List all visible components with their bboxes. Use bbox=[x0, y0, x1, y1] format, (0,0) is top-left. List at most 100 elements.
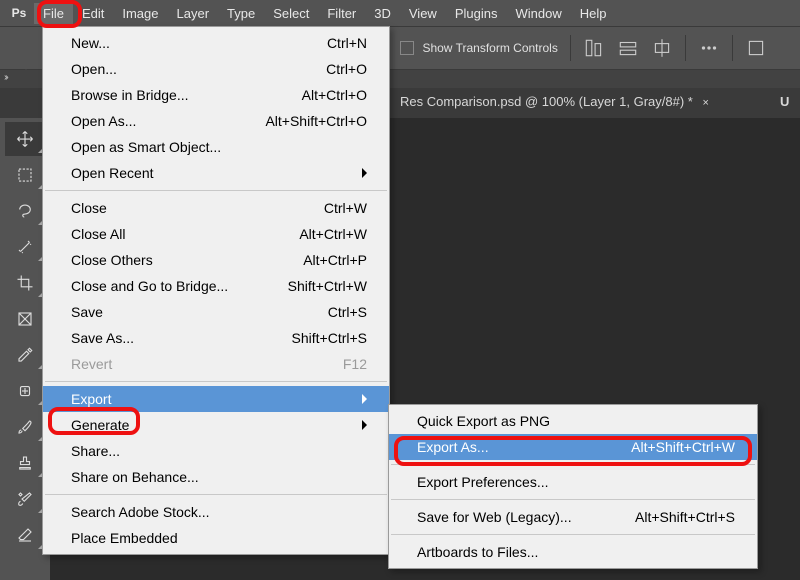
file-menu-item[interactable]: Share... bbox=[43, 438, 389, 464]
menu-item-shortcut: Alt+Ctrl+P bbox=[303, 250, 367, 270]
menu-item-label: Export Preferences... bbox=[417, 472, 549, 492]
file-menu-item[interactable]: Close Others Alt+Ctrl+P bbox=[43, 247, 389, 273]
file-menu-item[interactable]: New... Ctrl+N bbox=[43, 30, 389, 56]
menu-item-label: Share on Behance... bbox=[71, 467, 199, 487]
file-menu-item[interactable]: Save Ctrl+S bbox=[43, 299, 389, 325]
show-transform-label: Show Transform Controls bbox=[422, 41, 557, 55]
move-tool[interactable] bbox=[5, 122, 45, 156]
menu-filter[interactable]: Filter bbox=[318, 3, 365, 24]
menu-item-shortcut: Ctrl+W bbox=[324, 198, 367, 218]
export-submenu: Quick Export as PNG Export As...Alt+Shift… bbox=[388, 404, 758, 569]
file-menu-item[interactable]: Open...Ctrl+O bbox=[43, 56, 389, 82]
menu-item-label: Open Recent bbox=[71, 163, 154, 183]
document-tab[interactable]: Res Comparison.psd @ 100% (Layer 1, Gray… bbox=[388, 88, 721, 118]
healing-tool[interactable] bbox=[5, 374, 45, 408]
menu-item-label: Place Embedded bbox=[71, 528, 178, 548]
file-menu-item[interactable]: RevertF12 bbox=[43, 351, 389, 377]
export-submenu-item[interactable]: Artboards to Files... bbox=[389, 539, 757, 565]
separator bbox=[685, 35, 686, 61]
document-tab-next-partial[interactable]: U bbox=[780, 94, 789, 109]
menu-item-label: New... bbox=[71, 33, 110, 53]
frame-tool[interactable] bbox=[5, 302, 45, 336]
separator bbox=[732, 35, 733, 61]
file-menu-item[interactable]: Export bbox=[43, 386, 389, 412]
menu-image[interactable]: Image bbox=[113, 3, 167, 24]
file-menu-item[interactable]: Open As...Alt+Shift+Ctrl+O bbox=[43, 108, 389, 134]
menu-edit[interactable]: Edit bbox=[73, 3, 113, 24]
file-menu-item[interactable]: Generate bbox=[43, 412, 389, 438]
show-transform-controls[interactable]: Show Transform Controls bbox=[400, 39, 558, 57]
separator bbox=[570, 35, 571, 61]
menu-item-label: Generate bbox=[71, 415, 129, 435]
submenu-arrow-icon bbox=[362, 420, 367, 430]
brush-tool[interactable] bbox=[5, 410, 45, 444]
align-icon-3[interactable] bbox=[651, 37, 673, 59]
menu-item-shortcut: Alt+Ctrl+O bbox=[302, 85, 367, 105]
file-menu-item[interactable]: Close Ctrl+W bbox=[43, 195, 389, 221]
more-options-icon[interactable] bbox=[698, 37, 720, 59]
file-menu-dropdown: New...Ctrl+NOpen...Ctrl+OBrowse in Bridg… bbox=[42, 26, 390, 555]
export-submenu-item[interactable]: Save for Web (Legacy)... Alt+Shift+Ctrl+S bbox=[389, 504, 757, 530]
menu-item-label: Close bbox=[71, 198, 107, 218]
align-icon-1[interactable] bbox=[583, 37, 605, 59]
menu-item-shortcut: Alt+Ctrl+W bbox=[299, 224, 367, 244]
menu-item-label: Export bbox=[71, 389, 111, 409]
menu-3d[interactable]: 3D bbox=[365, 3, 400, 24]
menu-type[interactable]: Type bbox=[218, 3, 264, 24]
menu-layer[interactable]: Layer bbox=[168, 3, 219, 24]
export-submenu-item[interactable]: Quick Export as PNG bbox=[389, 408, 757, 434]
menu-item-label: Artboards to Files... bbox=[417, 542, 538, 562]
close-tab-icon[interactable]: × bbox=[702, 97, 708, 109]
menu-item-label: Close Others bbox=[71, 250, 153, 270]
marquee-tool[interactable] bbox=[5, 158, 45, 192]
export-submenu-item[interactable]: Export Preferences... bbox=[389, 469, 757, 495]
align-icon-2[interactable] bbox=[617, 37, 639, 59]
menu-item-shortcut: Ctrl+N bbox=[327, 33, 367, 53]
submenu-arrow-icon bbox=[362, 168, 367, 178]
submenu-arrow-icon bbox=[362, 394, 367, 404]
menu-select[interactable]: Select bbox=[264, 3, 318, 24]
file-menu-item[interactable]: Close All Alt+Ctrl+W bbox=[43, 221, 389, 247]
menu-item-label: Close All bbox=[71, 224, 125, 244]
checkbox-icon[interactable] bbox=[400, 41, 414, 55]
menu-view[interactable]: View bbox=[400, 3, 446, 24]
menu-item-shortcut: Ctrl+S bbox=[328, 302, 367, 322]
lasso-tool[interactable] bbox=[5, 194, 45, 228]
document-title: Res Comparison.psd @ 100% (Layer 1, Gray… bbox=[400, 94, 693, 109]
menu-item-shortcut: Alt+Shift+Ctrl+S bbox=[635, 507, 735, 527]
app-logo: Ps bbox=[8, 3, 30, 23]
file-menu-item[interactable]: Close and Go to Bridge...Shift+Ctrl+W bbox=[43, 273, 389, 299]
file-menu-item[interactable]: Save As...Shift+Ctrl+S bbox=[43, 325, 389, 351]
file-menu-item[interactable]: Place Embedded bbox=[43, 525, 389, 551]
menu-help[interactable]: Help bbox=[571, 3, 616, 24]
menu-item-shortcut: F12 bbox=[343, 354, 367, 374]
menu-item-label: Save for Web (Legacy)... bbox=[417, 507, 572, 527]
crop-tool[interactable] bbox=[5, 266, 45, 300]
menu-item-label: Quick Export as PNG bbox=[417, 411, 550, 431]
wand-tool[interactable] bbox=[5, 230, 45, 264]
menu-separator bbox=[391, 464, 755, 465]
stamp-tool[interactable] bbox=[5, 446, 45, 480]
menubar: Ps File Edit Image Layer Type Select Fil… bbox=[0, 0, 800, 26]
file-menu-item[interactable]: Browse in Bridge... Alt+Ctrl+O bbox=[43, 82, 389, 108]
file-menu-item[interactable]: Open as Smart Object... bbox=[43, 134, 389, 160]
chevron-right-icon: ›› bbox=[4, 72, 7, 83]
menu-plugins[interactable]: Plugins bbox=[446, 3, 507, 24]
menu-separator bbox=[45, 494, 387, 495]
eraser-tool[interactable] bbox=[5, 518, 45, 552]
menu-item-shortcut: Shift+Ctrl+W bbox=[288, 276, 367, 296]
menu-file[interactable]: File bbox=[34, 3, 73, 24]
file-menu-item[interactable]: Open Recent bbox=[43, 160, 389, 186]
menu-separator bbox=[45, 381, 387, 382]
menu-window[interactable]: Window bbox=[506, 3, 570, 24]
history-brush-tool[interactable] bbox=[5, 482, 45, 516]
menu-item-label: Save bbox=[71, 302, 103, 322]
file-menu-item[interactable]: Search Adobe Stock... bbox=[43, 499, 389, 525]
eyedropper-tool[interactable] bbox=[5, 338, 45, 372]
file-menu-item[interactable]: Share on Behance... bbox=[43, 464, 389, 490]
3d-mode-icon[interactable] bbox=[745, 37, 767, 59]
export-submenu-item[interactable]: Export As...Alt+Shift+Ctrl+W bbox=[389, 434, 757, 460]
menu-item-label: Browse in Bridge... bbox=[71, 85, 189, 105]
menu-item-shortcut: Alt+Shift+Ctrl+O bbox=[265, 111, 367, 131]
menu-item-label: Search Adobe Stock... bbox=[71, 502, 210, 522]
